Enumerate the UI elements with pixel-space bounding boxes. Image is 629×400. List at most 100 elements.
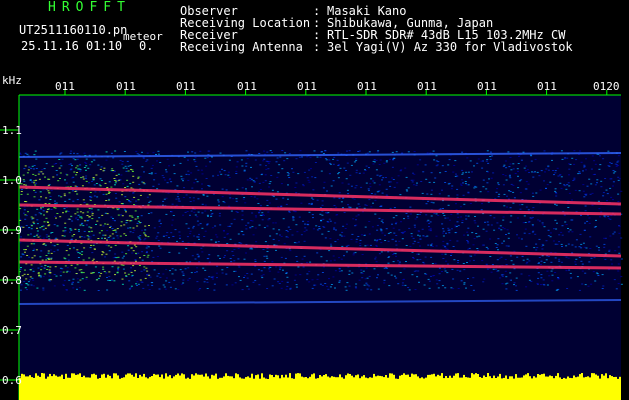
noise-speck (367, 188, 370, 190)
noise-speck (542, 279, 545, 281)
noise-speck (223, 202, 226, 204)
noise-speck (124, 196, 127, 198)
noise-speck (516, 168, 519, 170)
noise-speck (407, 217, 410, 219)
noise-speck (447, 229, 450, 231)
noise-speck (460, 184, 463, 186)
noise-speck (578, 246, 581, 248)
noise-speck (158, 219, 161, 221)
noise-speck (366, 277, 369, 279)
noise-speck (55, 237, 58, 239)
level-bar-spike (477, 374, 479, 381)
noise-speck (589, 193, 592, 195)
noise-speck (263, 255, 266, 257)
noise-speck (201, 173, 204, 175)
noise-speck (213, 289, 216, 291)
noise-speck (232, 198, 235, 200)
noise-speck (196, 181, 199, 183)
noise-speck (105, 151, 108, 153)
noise-speck (263, 227, 266, 229)
noise-speck (387, 240, 390, 242)
noise-speck (136, 153, 139, 155)
noise-speck (243, 197, 246, 198)
noise-speck (578, 257, 581, 258)
noise-speck (77, 168, 80, 170)
noise-speck (518, 204, 521, 206)
level-bar-spike (149, 376, 151, 381)
level-bar-spike (55, 375, 57, 381)
noise-speck (442, 228, 445, 230)
noise-speck (418, 235, 421, 237)
noise-speck (219, 152, 222, 154)
noise-speck (391, 166, 394, 168)
noise-speck (424, 164, 427, 166)
noise-speck (445, 232, 447, 234)
level-bar-spike (459, 377, 461, 381)
noise-speck (121, 194, 123, 196)
noise-speck (24, 287, 27, 289)
noise-speck (136, 225, 139, 227)
noise-speck (278, 164, 281, 166)
noise-speck (495, 191, 498, 193)
noise-speck (609, 187, 612, 189)
noise-speck (428, 223, 431, 224)
noise-speck (223, 170, 226, 172)
level-bar-spike (323, 375, 325, 381)
level-bar-spike (491, 378, 493, 381)
noise-speck (467, 191, 470, 193)
noise-speck (618, 178, 621, 180)
x-tick-label: 0120 (593, 80, 620, 93)
noise-speck (439, 208, 442, 210)
noise-speck (240, 159, 243, 161)
noise-speck (27, 169, 30, 171)
noise-speck (148, 289, 151, 290)
noise-speck (397, 283, 400, 285)
noise-speck (329, 163, 332, 165)
noise-speck (73, 171, 76, 173)
noise-speck (131, 252, 134, 254)
noise-speck (295, 182, 298, 184)
noise-speck (182, 214, 185, 216)
level-bar-spike (543, 373, 545, 381)
level-bar-spike (505, 375, 507, 381)
level-bar-spike (215, 373, 217, 381)
noise-speck (156, 275, 159, 277)
noise-speck (208, 254, 211, 256)
noise-speck (555, 289, 558, 291)
noise-speck (317, 274, 320, 276)
noise-speck (561, 246, 563, 247)
level-bar-spike (383, 377, 385, 381)
noise-speck (372, 180, 375, 182)
noise-speck (68, 198, 71, 200)
noise-speck (408, 289, 411, 291)
noise-speck (364, 245, 367, 247)
noise-speck (620, 190, 623, 192)
noise-speck (306, 261, 309, 263)
noise-speck (121, 251, 124, 253)
noise-speck (139, 235, 142, 237)
noise-speck (615, 165, 618, 167)
noise-speck (571, 231, 574, 233)
noise-speck (110, 246, 113, 248)
noise-speck (49, 199, 52, 200)
noise-speck (35, 182, 38, 184)
noise-speck (294, 274, 297, 276)
level-bar-spike (235, 373, 237, 381)
noise-speck (599, 155, 601, 157)
noise-speck (207, 185, 210, 186)
noise-speck (66, 267, 69, 269)
noise-speck (137, 177, 140, 179)
noise-speck (126, 179, 129, 181)
noise-speck (322, 187, 325, 189)
noise-speck (315, 225, 318, 227)
noise-speck (257, 203, 260, 204)
level-bar-spike (607, 378, 609, 381)
noise-speck (444, 182, 447, 183)
noise-speck (194, 178, 197, 180)
noise-speck (497, 249, 499, 251)
noise-speck (457, 225, 460, 227)
noise-speck (560, 231, 563, 233)
noise-speck (610, 178, 613, 180)
noise-speck (389, 158, 391, 160)
noise-speck (141, 151, 143, 153)
